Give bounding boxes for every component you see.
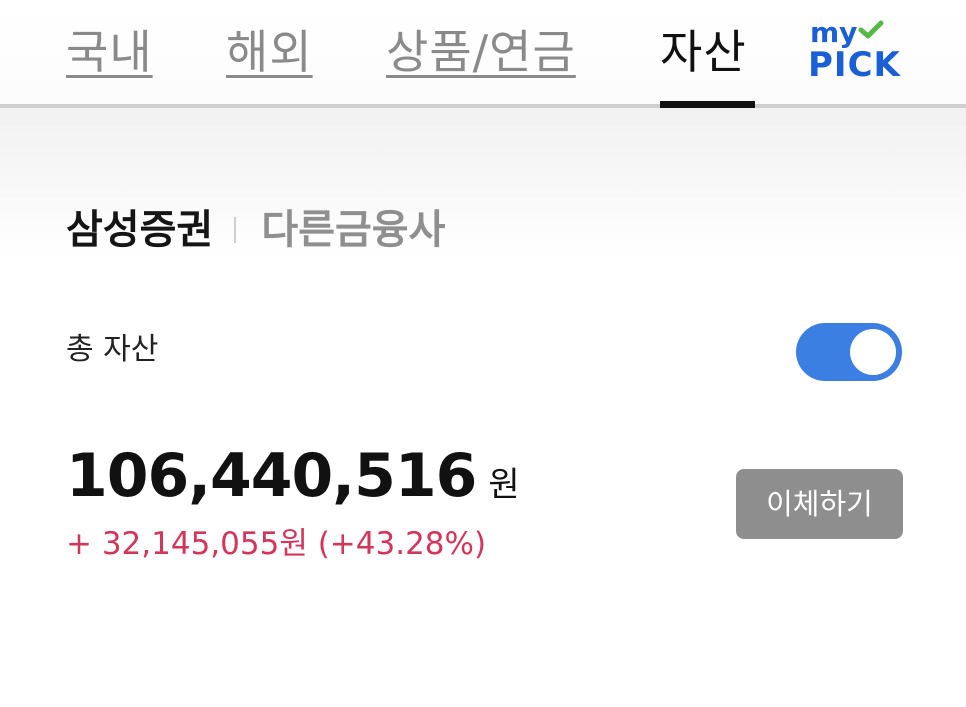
broker-tab-divider	[234, 217, 237, 243]
tab-assets[interactable]: 자산	[660, 24, 747, 80]
broker-tab-other-institutions[interactable]: 다른금융사	[261, 204, 445, 256]
total-assets-label: 총 자산	[66, 332, 159, 367]
active-tab-indicator	[660, 101, 755, 108]
total-assets-amount: 106,440,516	[66, 441, 477, 511]
total-assets-toggle[interactable]	[796, 323, 902, 381]
mypick-logo[interactable]: my PICK	[808, 16, 928, 86]
toggle-knob	[850, 329, 896, 375]
transfer-button[interactable]: 이체하기	[736, 469, 903, 539]
broker-tab-samsung[interactable]: 삼성증권	[66, 204, 213, 256]
tab-overseas[interactable]: 해외	[226, 24, 313, 80]
tab-domestic[interactable]: 국내	[66, 24, 153, 80]
top-nav: 국내 해외 상품/연금 자산 my PICK	[0, 0, 966, 108]
check-icon	[858, 20, 884, 39]
mypick-logo-my: my	[810, 16, 858, 49]
broker-tabs: 삼성증권 다른금융사	[66, 204, 445, 260]
mypick-logo-pick: PICK	[808, 45, 901, 85]
tab-products-pension[interactable]: 상품/연금	[386, 24, 576, 80]
total-assets-amount-row: 106,440,516 원	[66, 440, 520, 521]
profit-change: + 32,145,055원 (+43.28%)	[66, 526, 487, 562]
total-assets-unit: 원	[488, 465, 520, 505]
